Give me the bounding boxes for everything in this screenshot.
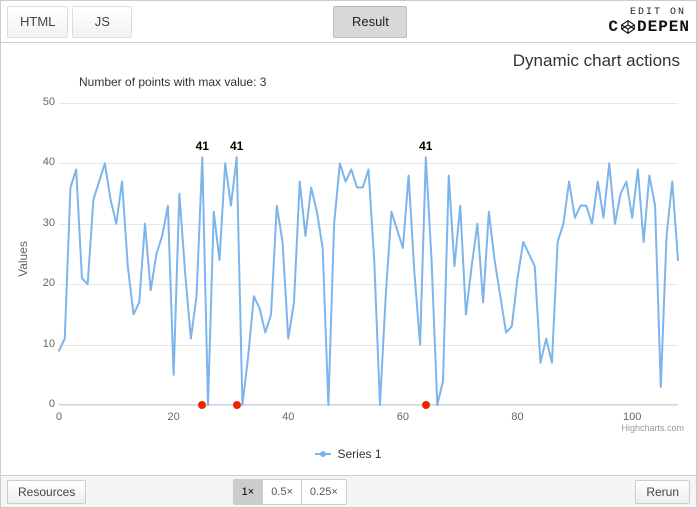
- chart-container: Dynamic chart actions Number of points w…: [1, 43, 696, 475]
- legend[interactable]: Series 1: [1, 447, 696, 461]
- edit-on-codepen-link[interactable]: EDIT ON C DEPEN: [608, 8, 690, 36]
- chart-credits[interactable]: Highcharts.com: [621, 423, 684, 433]
- bottombar: Resources 1× 0.5× 0.25× Rerun: [1, 475, 696, 507]
- zoom-05x-button[interactable]: 0.5×: [263, 480, 302, 504]
- zoom-1x-button[interactable]: 1×: [234, 480, 264, 504]
- tab-js[interactable]: JS: [72, 6, 132, 38]
- max-value-label: 41: [230, 139, 243, 153]
- plot-area[interactable]: 01020304050 020406080100 414141: [59, 103, 678, 405]
- codepen-logo: C DEPEN: [608, 18, 690, 36]
- y-tick-label: 30: [25, 217, 55, 229]
- zoom-025x-button[interactable]: 0.25×: [302, 480, 346, 504]
- rerun-button[interactable]: Rerun: [635, 480, 690, 504]
- highlight-dot-icon: [198, 401, 206, 409]
- legend-swatch-icon: [315, 453, 331, 455]
- x-tick-label: 80: [508, 411, 528, 423]
- y-tick-label: 20: [25, 277, 55, 289]
- x-tick-label: 100: [622, 411, 642, 423]
- y-axis-title: Values: [16, 241, 30, 277]
- y-tick-label: 10: [25, 338, 55, 350]
- x-tick-label: 40: [278, 411, 298, 423]
- cube-icon: [621, 20, 635, 34]
- highlight-dot-icon: [233, 401, 241, 409]
- zoom-group: 1× 0.5× 0.25×: [233, 479, 347, 505]
- x-tick-label: 0: [49, 411, 69, 423]
- chart-subtitle: Number of points with max value: 3: [79, 75, 266, 89]
- x-tick-label: 60: [393, 411, 413, 423]
- tab-html[interactable]: HTML: [7, 6, 68, 38]
- legend-label: Series 1: [337, 447, 381, 461]
- tab-result[interactable]: Result: [333, 6, 407, 38]
- gridline: [59, 405, 678, 406]
- max-value-label: 41: [419, 139, 432, 153]
- y-tick-label: 0: [25, 398, 55, 410]
- chart-title: Dynamic chart actions: [513, 51, 680, 71]
- highlight-dot-icon: [422, 401, 430, 409]
- max-value-label: 41: [196, 139, 209, 153]
- series-line: [59, 103, 678, 405]
- resources-button[interactable]: Resources: [7, 480, 86, 504]
- y-tick-label: 50: [25, 96, 55, 108]
- topbar: HTML JS Result EDIT ON C DEPEN: [1, 1, 696, 43]
- edit-on-label: EDIT ON: [608, 8, 690, 18]
- x-tick-label: 20: [164, 411, 184, 423]
- y-tick-label: 40: [25, 156, 55, 168]
